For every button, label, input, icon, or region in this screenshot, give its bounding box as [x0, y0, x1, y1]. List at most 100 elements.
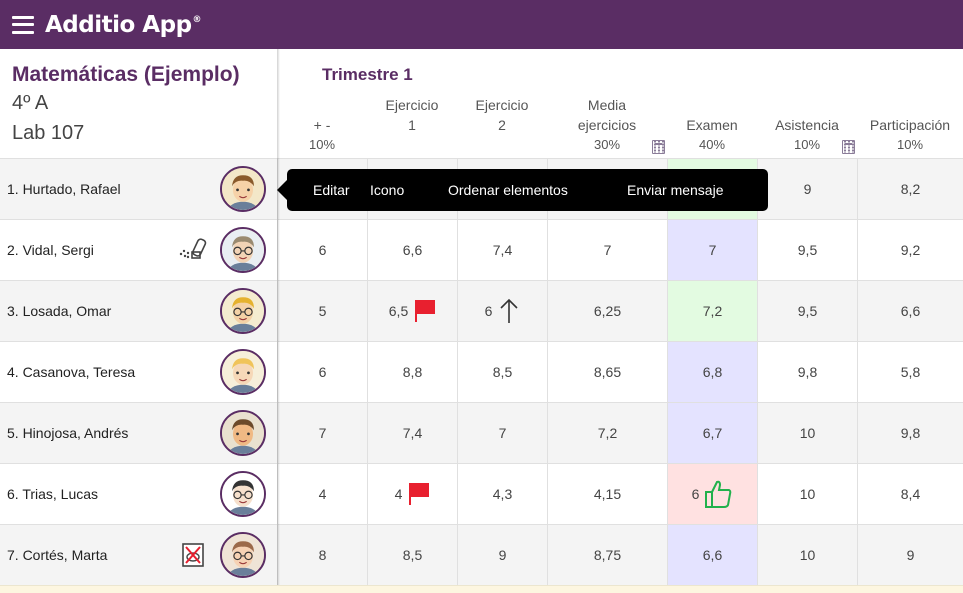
grade-value: 4 [318, 486, 327, 502]
grade-cell-participacion[interactable]: 5,8 [857, 342, 963, 402]
column-title: Media [587, 97, 627, 113]
column-header-examen[interactable]: Examen 40% [667, 96, 757, 158]
grade-value: 6 [318, 242, 327, 258]
student-name-cell[interactable]: 3. Losada, Omar [0, 281, 277, 341]
grade-value: 7,2 [702, 303, 723, 319]
grade-cell-examen[interactable]: 6,8 [667, 342, 757, 402]
grade-cell-participacion[interactable]: 9,8 [857, 403, 963, 463]
avatar[interactable] [220, 471, 266, 517]
grade-value: 4,3 [492, 486, 513, 502]
grade-value: 9 [906, 547, 915, 563]
student-name-cell[interactable]: 4. Casanova, Teresa [0, 342, 277, 402]
grade-cell-plusminus[interactable]: 8 [277, 525, 367, 585]
grade-value: 10 [799, 425, 816, 441]
column-title: Examen [686, 117, 738, 133]
grade-cell-asistencia[interactable]: 10 [757, 525, 857, 585]
no-food-icon [178, 541, 208, 569]
column-header-ej1[interactable]: Ejercicio 1 [367, 96, 457, 158]
grade-cell-asistencia[interactable]: 10 [757, 464, 857, 524]
grade-value: 8,4 [900, 486, 921, 502]
grade-cell-media[interactable]: 7 [547, 220, 667, 280]
grade-cell-examen[interactable]: 6,6 [667, 525, 757, 585]
grade-cell-plusminus[interactable]: 7 [277, 403, 367, 463]
footer-strip [0, 585, 963, 593]
flag-icon [414, 299, 436, 323]
grade-cell-ej2[interactable]: 7,4 [457, 220, 547, 280]
column-weight: 30% [593, 137, 621, 152]
grade-value: 7,2 [597, 425, 618, 441]
grade-cell-examen[interactable]: 7 [667, 220, 757, 280]
grade-cell-ej1[interactable]: 6,5 [367, 281, 457, 341]
grade-value: 8 [318, 547, 327, 563]
grade-cell-ej2[interactable]: 9 [457, 525, 547, 585]
term-title[interactable]: Trimestre 1 [322, 65, 413, 85]
grade-value: 6,5 [388, 303, 409, 319]
grade-cell-media[interactable]: 8,65 [547, 342, 667, 402]
grade-cell-asistencia[interactable]: 9,8 [757, 342, 857, 402]
menu-item-icon[interactable]: Icono [370, 182, 404, 198]
grade-cell-asistencia[interactable]: 10 [757, 403, 857, 463]
grade-cell-participacion[interactable]: 8,2 [857, 159, 963, 219]
grade-cell-participacion[interactable]: 6,6 [857, 281, 963, 341]
student-name: 3. Losada, Omar [7, 303, 112, 319]
grade-cell-ej2[interactable]: 7 [457, 403, 547, 463]
avatar[interactable] [220, 288, 266, 334]
student-name-cell[interactable]: 5. Hinojosa, Andrés [0, 403, 277, 463]
thumbs-up-icon [703, 478, 733, 510]
avatar[interactable] [220, 532, 266, 578]
grade-cell-participacion[interactable]: 9,2 [857, 220, 963, 280]
avatar[interactable] [220, 227, 266, 273]
column-header-asistencia[interactable]: Asistencia 10% [757, 96, 857, 158]
hamburger-menu-icon[interactable] [12, 15, 34, 34]
grade-cell-ej1[interactable]: 4 [367, 464, 457, 524]
grade-cell-plusminus[interactable]: 5 [277, 281, 367, 341]
grade-value: 10 [799, 486, 816, 502]
student-name-cell[interactable]: 1. Hurtado, Rafael [0, 159, 277, 219]
column-header-ej2[interactable]: Ejercicio 2 [457, 96, 547, 158]
grade-cell-asistencia[interactable]: 9,5 [757, 281, 857, 341]
avatar[interactable] [220, 349, 266, 395]
grade-cell-plusminus[interactable]: 6 [277, 342, 367, 402]
grade-cell-ej2[interactable]: 6 [457, 281, 547, 341]
menu-item-send-message[interactable]: Enviar mensaje [627, 182, 724, 198]
grade-cell-ej2[interactable]: 8,5 [457, 342, 547, 402]
grade-value: 8,2 [900, 181, 921, 197]
grade-cell-ej1[interactable]: 6,6 [367, 220, 457, 280]
app-header: Additio App® [0, 0, 963, 49]
grade-cell-asistencia[interactable]: 9 [757, 159, 857, 219]
menu-item-edit[interactable]: Editar [313, 182, 350, 198]
column-header-media[interactable]: Media ejercicios 30% [547, 96, 667, 158]
column-title: Participación [869, 117, 951, 133]
column-header-plusminus[interactable]: + - 10% [277, 96, 367, 158]
grade-cell-ej1[interactable]: 8,8 [367, 342, 457, 402]
grade-value: 10 [799, 547, 816, 563]
grade-cell-plusminus[interactable]: 6 [277, 220, 367, 280]
grade-cell-examen[interactable]: 7,2 [667, 281, 757, 341]
grade-cell-media[interactable]: 7,2 [547, 403, 667, 463]
grade-cell-examen[interactable]: 6 [667, 464, 757, 524]
student-name-cell[interactable]: 2. Vidal, Sergi [0, 220, 277, 280]
grade-cell-participacion[interactable]: 9 [857, 525, 963, 585]
grade-cell-media[interactable]: 6,25 [547, 281, 667, 341]
menu-item-sort[interactable]: Ordenar elementos [448, 182, 568, 198]
student-name-cell[interactable]: 7. Cortés, Marta [0, 525, 277, 585]
grade-value: 9,8 [900, 425, 921, 441]
avatar[interactable] [220, 166, 266, 212]
grade-cell-media[interactable]: 4,15 [547, 464, 667, 524]
grade-cell-asistencia[interactable]: 9,5 [757, 220, 857, 280]
course-title[interactable]: Matemáticas (Ejemplo) [12, 63, 277, 87]
student-name-cell[interactable]: 6. Trias, Lucas [0, 464, 277, 524]
grade-cell-ej1[interactable]: 7,4 [367, 403, 457, 463]
grade-cell-examen[interactable]: 6,7 [667, 403, 757, 463]
grade-cell-media[interactable]: 8,75 [547, 525, 667, 585]
student-row: 5. Hinojosa, Andrés 7 7,4 7 7,2 6,7 10 9,8 [0, 402, 963, 463]
grade-value: 8,75 [593, 547, 622, 563]
student-row: 7. Cortés, Marta 8 8,5 9 8,75 6,6 10 9 [0, 524, 963, 585]
grade-cell-plusminus[interactable]: 4 [277, 464, 367, 524]
avatar[interactable] [220, 410, 266, 456]
grade-cell-ej1[interactable]: 8,5 [367, 525, 457, 585]
column-header-participacion[interactable]: Participación 10% [857, 96, 963, 158]
grade-cell-ej2[interactable]: 4,3 [457, 464, 547, 524]
grade-cell-participacion[interactable]: 8,4 [857, 464, 963, 524]
grade-value: 6 [484, 303, 493, 319]
